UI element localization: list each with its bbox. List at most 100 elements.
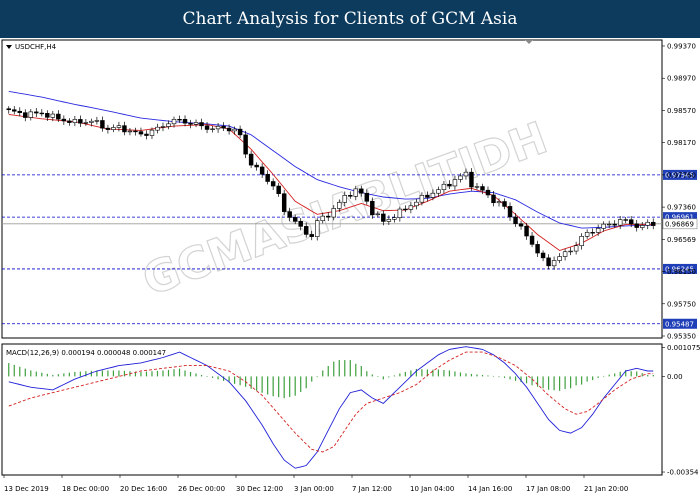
macd-histogram-bar bbox=[360, 366, 362, 377]
candle-body bbox=[375, 213, 381, 216]
y-tick-label: 0.98170 bbox=[667, 139, 696, 147]
macd-histogram-bar bbox=[156, 370, 159, 377]
candle-body bbox=[557, 256, 562, 261]
x-tick-label: 18 Dec 00:00 bbox=[62, 485, 109, 493]
macd-histogram-bar bbox=[459, 372, 462, 377]
macd-histogram-bar bbox=[206, 376, 208, 378]
candle-body bbox=[270, 181, 276, 187]
candle-body bbox=[474, 186, 480, 188]
macd-histogram-bar bbox=[63, 373, 65, 377]
candle-body bbox=[485, 189, 491, 196]
macd-histogram-bar bbox=[13, 364, 15, 377]
macd-histogram-bar bbox=[234, 376, 236, 384]
macd-histogram-bar bbox=[118, 370, 120, 377]
macd-histogram-bar bbox=[437, 369, 440, 377]
macd-histogram-bar bbox=[52, 374, 54, 377]
macd-histogram-bar bbox=[575, 376, 577, 386]
macd-histogram-bar bbox=[570, 376, 572, 389]
macd-histogram-bar bbox=[46, 373, 48, 377]
macd-histogram-bar bbox=[267, 376, 269, 395]
macd-histogram-bar bbox=[382, 376, 384, 380]
candle-body bbox=[337, 202, 342, 209]
candle-body bbox=[303, 226, 309, 235]
x-tick-label: 21 Jan 20:00 bbox=[584, 485, 628, 493]
candle-body bbox=[122, 125, 127, 133]
macd-histogram-bar bbox=[112, 370, 115, 377]
macd-histogram-bar bbox=[498, 376, 500, 378]
candle-body bbox=[45, 113, 50, 118]
macd-histogram-bar bbox=[608, 374, 610, 377]
macd-histogram-bar bbox=[377, 376, 379, 378]
candle-body bbox=[12, 109, 17, 112]
macd-histogram-bar bbox=[24, 368, 26, 377]
macd-histogram-bar bbox=[217, 376, 219, 380]
chart-canvas: GCMASIABLITIDH 0.975450.969610.962450.954… bbox=[1, 39, 700, 493]
macd-histogram-bar bbox=[366, 371, 368, 377]
macd-histogram-bar bbox=[344, 360, 346, 377]
candle-body bbox=[182, 118, 188, 124]
macd-histogram-bar bbox=[525, 376, 528, 384]
macd-histogram-bar bbox=[35, 371, 37, 377]
macd-histogram-bar bbox=[140, 371, 142, 377]
candle-body bbox=[331, 208, 336, 218]
macd-histogram-bar bbox=[250, 376, 252, 389]
x-tick-label: 10 Jan 04:00 bbox=[410, 485, 454, 493]
candle-body bbox=[105, 127, 111, 130]
macd-histogram-bar bbox=[311, 376, 313, 382]
macd-histogram-bar bbox=[581, 376, 583, 385]
macd-histogram-bar bbox=[432, 369, 434, 377]
candle-body bbox=[430, 192, 436, 198]
macd-histogram-bar bbox=[151, 371, 153, 377]
macd-histogram-bar bbox=[487, 375, 489, 377]
candle-body bbox=[651, 221, 656, 226]
macd-histogram-bar bbox=[652, 374, 654, 377]
x-tick-label: 13 Dec 2019 bbox=[4, 485, 49, 493]
macd-histogram-bar bbox=[547, 376, 550, 390]
candle-body bbox=[204, 125, 210, 130]
candle-body bbox=[524, 225, 529, 237]
candle-body bbox=[193, 122, 199, 125]
candle-body bbox=[226, 127, 232, 132]
candle-body bbox=[232, 128, 237, 132]
x-tick-label: 20 Dec 16:00 bbox=[120, 485, 167, 493]
macd-histogram-bar bbox=[476, 374, 478, 377]
candle-body bbox=[111, 127, 116, 130]
macd-histogram-bar bbox=[333, 361, 335, 377]
macd-histogram-bar bbox=[421, 369, 423, 377]
candle-body bbox=[645, 221, 650, 226]
candle-body bbox=[320, 215, 325, 221]
candle-body bbox=[133, 130, 138, 133]
candle-body bbox=[72, 119, 78, 123]
candle-body bbox=[562, 251, 568, 257]
candle-body bbox=[535, 244, 540, 254]
macd-histogram-bar bbox=[415, 368, 417, 377]
candle-body bbox=[353, 188, 359, 197]
candle-body bbox=[579, 236, 584, 247]
macd-histogram-bar bbox=[404, 371, 406, 377]
macd-histogram-bar bbox=[355, 363, 357, 377]
candle-body bbox=[67, 120, 72, 123]
y-tick-label: 0.95350 bbox=[667, 333, 696, 341]
candle-body bbox=[480, 186, 485, 191]
macd-histogram-bar bbox=[322, 370, 324, 377]
candle-body bbox=[78, 119, 83, 124]
x-tick-label: 3 Jan 00:00 bbox=[294, 485, 334, 493]
candle-body bbox=[287, 211, 292, 218]
macd-histogram-bar bbox=[239, 376, 241, 386]
macd-histogram-bar bbox=[178, 368, 181, 377]
candle-body bbox=[348, 195, 353, 197]
macd-histogram-bar bbox=[371, 374, 373, 377]
candle-body bbox=[425, 194, 430, 198]
level-label: 0.95487 bbox=[665, 320, 694, 328]
x-tick-label: 7 Jan 12:00 bbox=[352, 485, 392, 493]
candle-body bbox=[397, 208, 403, 218]
candle-body bbox=[364, 192, 370, 202]
macd-histogram-bar bbox=[553, 376, 555, 391]
macd-histogram-bar bbox=[531, 376, 533, 386]
macd-histogram-bar bbox=[630, 371, 632, 377]
candle-body bbox=[6, 108, 11, 111]
candle-body bbox=[221, 125, 226, 129]
macd-histogram-bar bbox=[278, 376, 280, 398]
macd-histogram-bar bbox=[57, 374, 59, 377]
macd-histogram-bar bbox=[101, 370, 103, 377]
